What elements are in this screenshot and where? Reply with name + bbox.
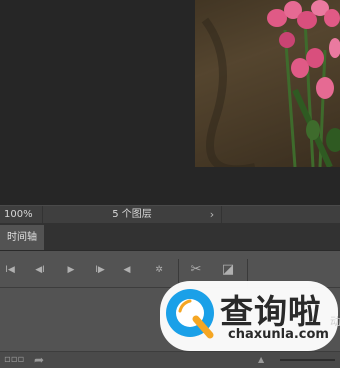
tab-timeline[interactable]: 时间轴 [0,225,44,250]
play-icon[interactable]: ▶ [62,257,80,283]
timeline-zoom-slider[interactable] [280,359,335,361]
split-scissors-icon[interactable]: ✂ [187,257,205,283]
status-expand-arrow-icon[interactable]: › [205,206,219,223]
zoom-out-mountain-icon[interactable]: ▲ [258,352,264,368]
panel-tab-bar: 时间轴 [0,223,340,251]
status-bar: 100% 5 个图层 › [0,205,340,224]
watermark-logo: 查询啦 chaxunla.com [158,281,340,351]
previous-frame-icon[interactable]: ◀I [31,257,49,283]
convert-icon[interactable]: ➦ [34,352,44,368]
zoom-level[interactable]: 100% [0,206,44,223]
cutoff-label: 动 [330,315,340,328]
go-to-first-frame-icon[interactable]: I◀ [1,257,19,283]
tulip-photo [195,0,340,167]
settings-icon[interactable]: ✲ [150,257,168,283]
timeline-bottom-bar: ▫▫▫ ➦ ▲ [0,351,340,368]
frames-mode-icon[interactable]: ▫▫▫ [4,352,24,368]
document-canvas[interactable] [0,0,340,205]
watermark-brand: 查询啦 [220,292,322,331]
audio-icon[interactable]: ◀ [118,257,136,283]
timeline-controls: I◀ ◀I ▶ I▶ ◀ ✲ ✂ ◪ [0,257,340,289]
next-frame-icon[interactable]: I▶ [91,257,109,283]
transition-icon[interactable]: ◪ [219,257,237,283]
watermark-domain: chaxunla.com [228,327,329,342]
document-info: 5 个图层 [42,206,222,223]
